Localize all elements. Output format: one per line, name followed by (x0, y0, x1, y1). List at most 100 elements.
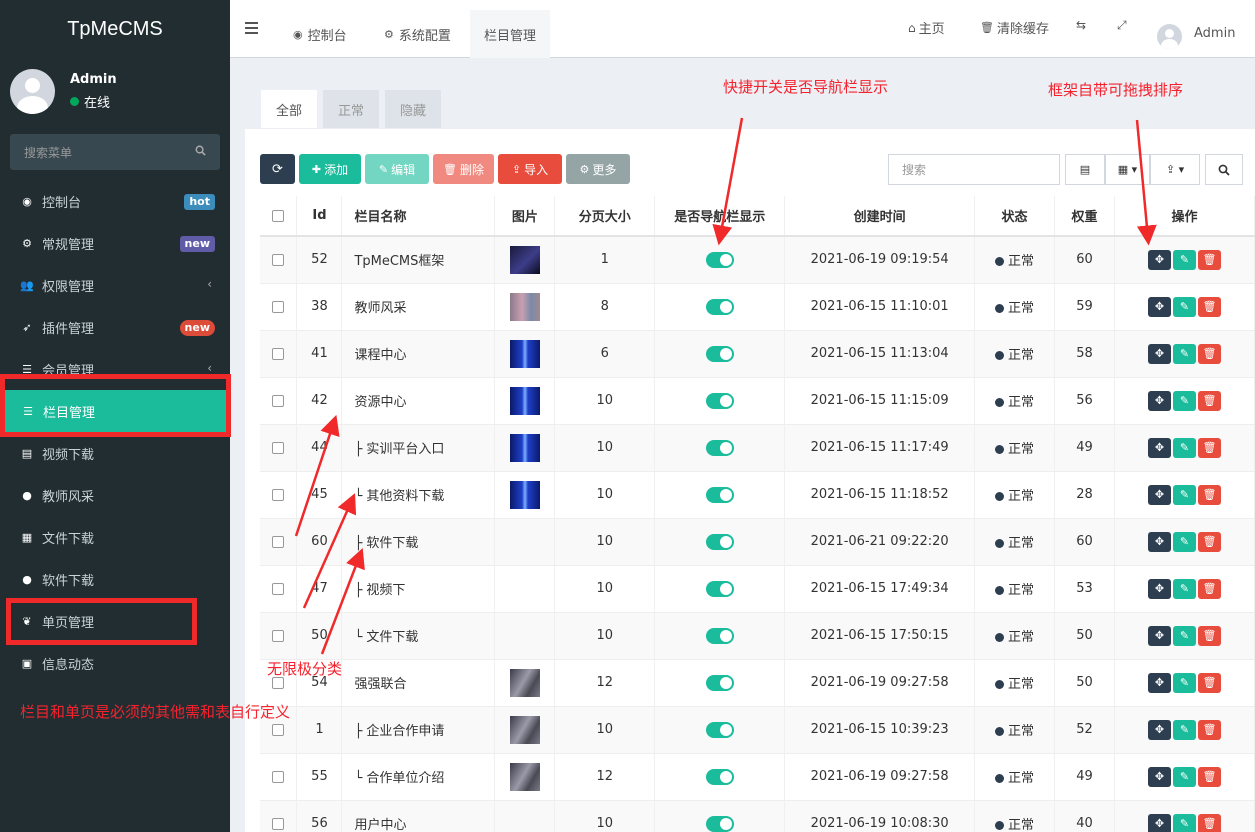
nav-show-toggle[interactable] (705, 486, 734, 503)
row-delete-button[interactable]: 🗑 (1198, 625, 1221, 646)
column-header-weight[interactable]: 权重 (1054, 196, 1115, 237)
row-delete-button[interactable]: 🗑 (1198, 531, 1221, 552)
row-thumbnail[interactable] (509, 339, 540, 368)
edit-button[interactable]: ✎ 编辑 (365, 154, 429, 184)
tab-system-config[interactable]: ⚙ 系统配置 (370, 10, 465, 58)
language-icon[interactable]: ⇆ (1076, 18, 1086, 32)
table-row[interactable]: 50 └ 文件下载 10 2021-06-15 17:50:15 正常 50 ✥ ✎ 🗑 (260, 612, 1255, 660)
row-edit-button[interactable]: ✎ (1173, 296, 1196, 317)
table-row[interactable]: 56 用户中心 10 2021-06-19 10:08:30 正常 40 ✥ ✎ 🗑 (260, 800, 1255, 832)
toggle-view-button[interactable]: ▤ (1065, 154, 1105, 185)
row-select-cell[interactable] (260, 424, 298, 472)
sidebar-item-auth[interactable]: 👥 权限管理 ‹ (0, 264, 230, 306)
column-header-status[interactable]: 状态 (974, 196, 1056, 237)
row-checkbox[interactable] (272, 535, 285, 548)
row-select-cell[interactable] (260, 565, 298, 613)
nav-show-toggle[interactable] (705, 533, 734, 550)
row-checkbox[interactable] (272, 723, 285, 736)
column-header-page-size[interactable]: 分页大小 (554, 196, 656, 237)
nav-show-toggle[interactable] (705, 251, 734, 268)
row-select-cell[interactable] (260, 800, 298, 832)
import-button[interactable]: ⇪ 导入 (498, 154, 562, 184)
row-select-cell[interactable] (260, 236, 298, 284)
nav-show-toggle[interactable] (705, 392, 734, 409)
row-edit-button[interactable]: ✎ (1173, 766, 1196, 787)
row-edit-button[interactable]: ✎ (1173, 672, 1196, 693)
drag-sort-button[interactable]: ✥ (1148, 343, 1171, 364)
row-checkbox[interactable] (272, 253, 285, 266)
drag-sort-button[interactable]: ✥ (1148, 672, 1171, 693)
search-button[interactable] (1205, 154, 1243, 185)
table-row[interactable]: 47 ├ 视频下 10 2021-06-15 17:49:34 正常 53 ✥ ✎ 🗑 (260, 565, 1255, 613)
table-row[interactable]: 44 ├ 实训平台入口 10 2021-06-15 11:17:49 正常 49 ✥ ✎ 🗑 (260, 424, 1255, 472)
table-search-input[interactable]: 搜索 (888, 154, 1060, 185)
row-select-cell[interactable] (260, 612, 298, 660)
row-delete-button[interactable]: 🗑 (1198, 719, 1221, 740)
sidebar-item-video-download[interactable]: ▤ 视频下载 (0, 432, 230, 474)
search-icon[interactable] (195, 145, 206, 156)
row-edit-button[interactable]: ✎ (1173, 578, 1196, 599)
column-header-name[interactable]: 栏目名称 (341, 196, 496, 237)
row-thumbnail[interactable] (509, 245, 540, 274)
drag-sort-button[interactable]: ✥ (1148, 531, 1171, 552)
row-select-cell[interactable] (260, 471, 298, 519)
row-select-cell[interactable] (260, 753, 298, 801)
row-thumbnail[interactable] (509, 386, 540, 415)
home-link[interactable]: ⌂ 主页 (908, 18, 945, 38)
row-edit-button[interactable]: ✎ (1173, 813, 1196, 832)
nav-show-toggle[interactable] (705, 439, 734, 456)
nav-show-toggle[interactable] (705, 674, 734, 691)
menu-toggle-icon[interactable] (245, 22, 258, 34)
columns-button[interactable]: ▦ ▾ (1105, 154, 1150, 185)
drag-sort-button[interactable]: ✥ (1148, 484, 1171, 505)
clear-cache-button[interactable]: 🗑 清除缓存 (980, 18, 1049, 37)
row-checkbox[interactable] (272, 394, 285, 407)
drag-sort-button[interactable]: ✥ (1148, 813, 1171, 832)
sidebar-item-file-download[interactable]: ▦ 文件下载 (0, 516, 230, 558)
sidebar-item-software-download[interactable]: ● 软件下载 (0, 558, 230, 600)
table-row[interactable]: 52 TpMeCMS框架 1 2021-06-19 09:19:54 正常 60 ✥ ✎ 🗑 (260, 236, 1255, 284)
drag-sort-button[interactable]: ✥ (1148, 625, 1171, 646)
more-button[interactable]: ⚙ 更多 (566, 154, 630, 184)
drag-sort-button[interactable]: ✥ (1148, 296, 1171, 317)
fullscreen-icon[interactable]: ⤢ (1117, 18, 1127, 33)
table-row[interactable]: 41 课程中心 6 2021-06-15 11:13:04 正常 58 ✥ ✎ 🗑 (260, 330, 1255, 378)
row-checkbox[interactable] (272, 629, 285, 642)
row-delete-button[interactable]: 🗑 (1198, 672, 1221, 693)
table-row[interactable]: 42 资源中心 10 2021-06-15 11:15:09 正常 56 ✥ ✎ 🗑 (260, 377, 1255, 425)
sidebar-item-plugins[interactable]: ➶ 插件管理 new (0, 306, 230, 348)
row-edit-button[interactable]: ✎ (1173, 531, 1196, 552)
delete-button[interactable]: 🗑 删除 (433, 154, 494, 184)
sidebar-item-general[interactable]: ⚙ 常规管理 new (0, 222, 230, 264)
column-header-created[interactable]: 创建时间 (784, 196, 976, 237)
table-row[interactable]: 1 ├ 企业合作申请 10 2021-06-15 10:39:23 正常 52 ✥ ✎ 🗑 (260, 706, 1255, 754)
row-thumbnail[interactable] (509, 480, 540, 509)
row-delete-button[interactable]: 🗑 (1198, 578, 1221, 599)
column-header-nav-show[interactable]: 是否导航栏显示 (654, 196, 786, 237)
row-delete-button[interactable]: 🗑 (1198, 437, 1221, 458)
table-row[interactable]: 55 └ 合作单位介绍 12 2021-06-19 09:27:58 正常 49 ✥ ✎ 🗑 (260, 753, 1255, 801)
row-thumbnail[interactable] (509, 668, 540, 697)
row-select-cell[interactable] (260, 518, 298, 566)
nav-show-toggle[interactable] (705, 768, 734, 785)
filter-tab-normal[interactable]: 正常 (323, 90, 379, 128)
nav-show-toggle[interactable] (705, 580, 734, 597)
select-all-cell[interactable] (260, 196, 298, 237)
drag-sort-button[interactable]: ✥ (1148, 719, 1171, 740)
nav-show-toggle[interactable] (705, 627, 734, 644)
row-delete-button[interactable]: 🗑 (1198, 813, 1221, 832)
nav-show-toggle[interactable] (705, 298, 734, 315)
row-edit-button[interactable]: ✎ (1173, 343, 1196, 364)
select-all-checkbox[interactable] (272, 209, 285, 222)
row-thumbnail[interactable] (509, 715, 540, 744)
table-row[interactable]: 45 └ 其他资料下载 10 2021-06-15 11:18:52 正常 28 ✥ ✎ 🗑 (260, 471, 1255, 519)
nav-show-toggle[interactable] (705, 721, 734, 738)
sidebar-search-input[interactable]: 搜索菜单 (10, 134, 220, 170)
drag-sort-button[interactable]: ✥ (1148, 390, 1171, 411)
row-delete-button[interactable]: 🗑 (1198, 484, 1221, 505)
sidebar-item-news[interactable]: ▣ 信息动态 (0, 642, 230, 684)
row-checkbox[interactable] (272, 582, 285, 595)
tab-columns[interactable]: 栏目管理 (470, 10, 551, 58)
row-edit-button[interactable]: ✎ (1173, 249, 1196, 270)
filter-tab-all[interactable]: 全部 (261, 90, 317, 128)
